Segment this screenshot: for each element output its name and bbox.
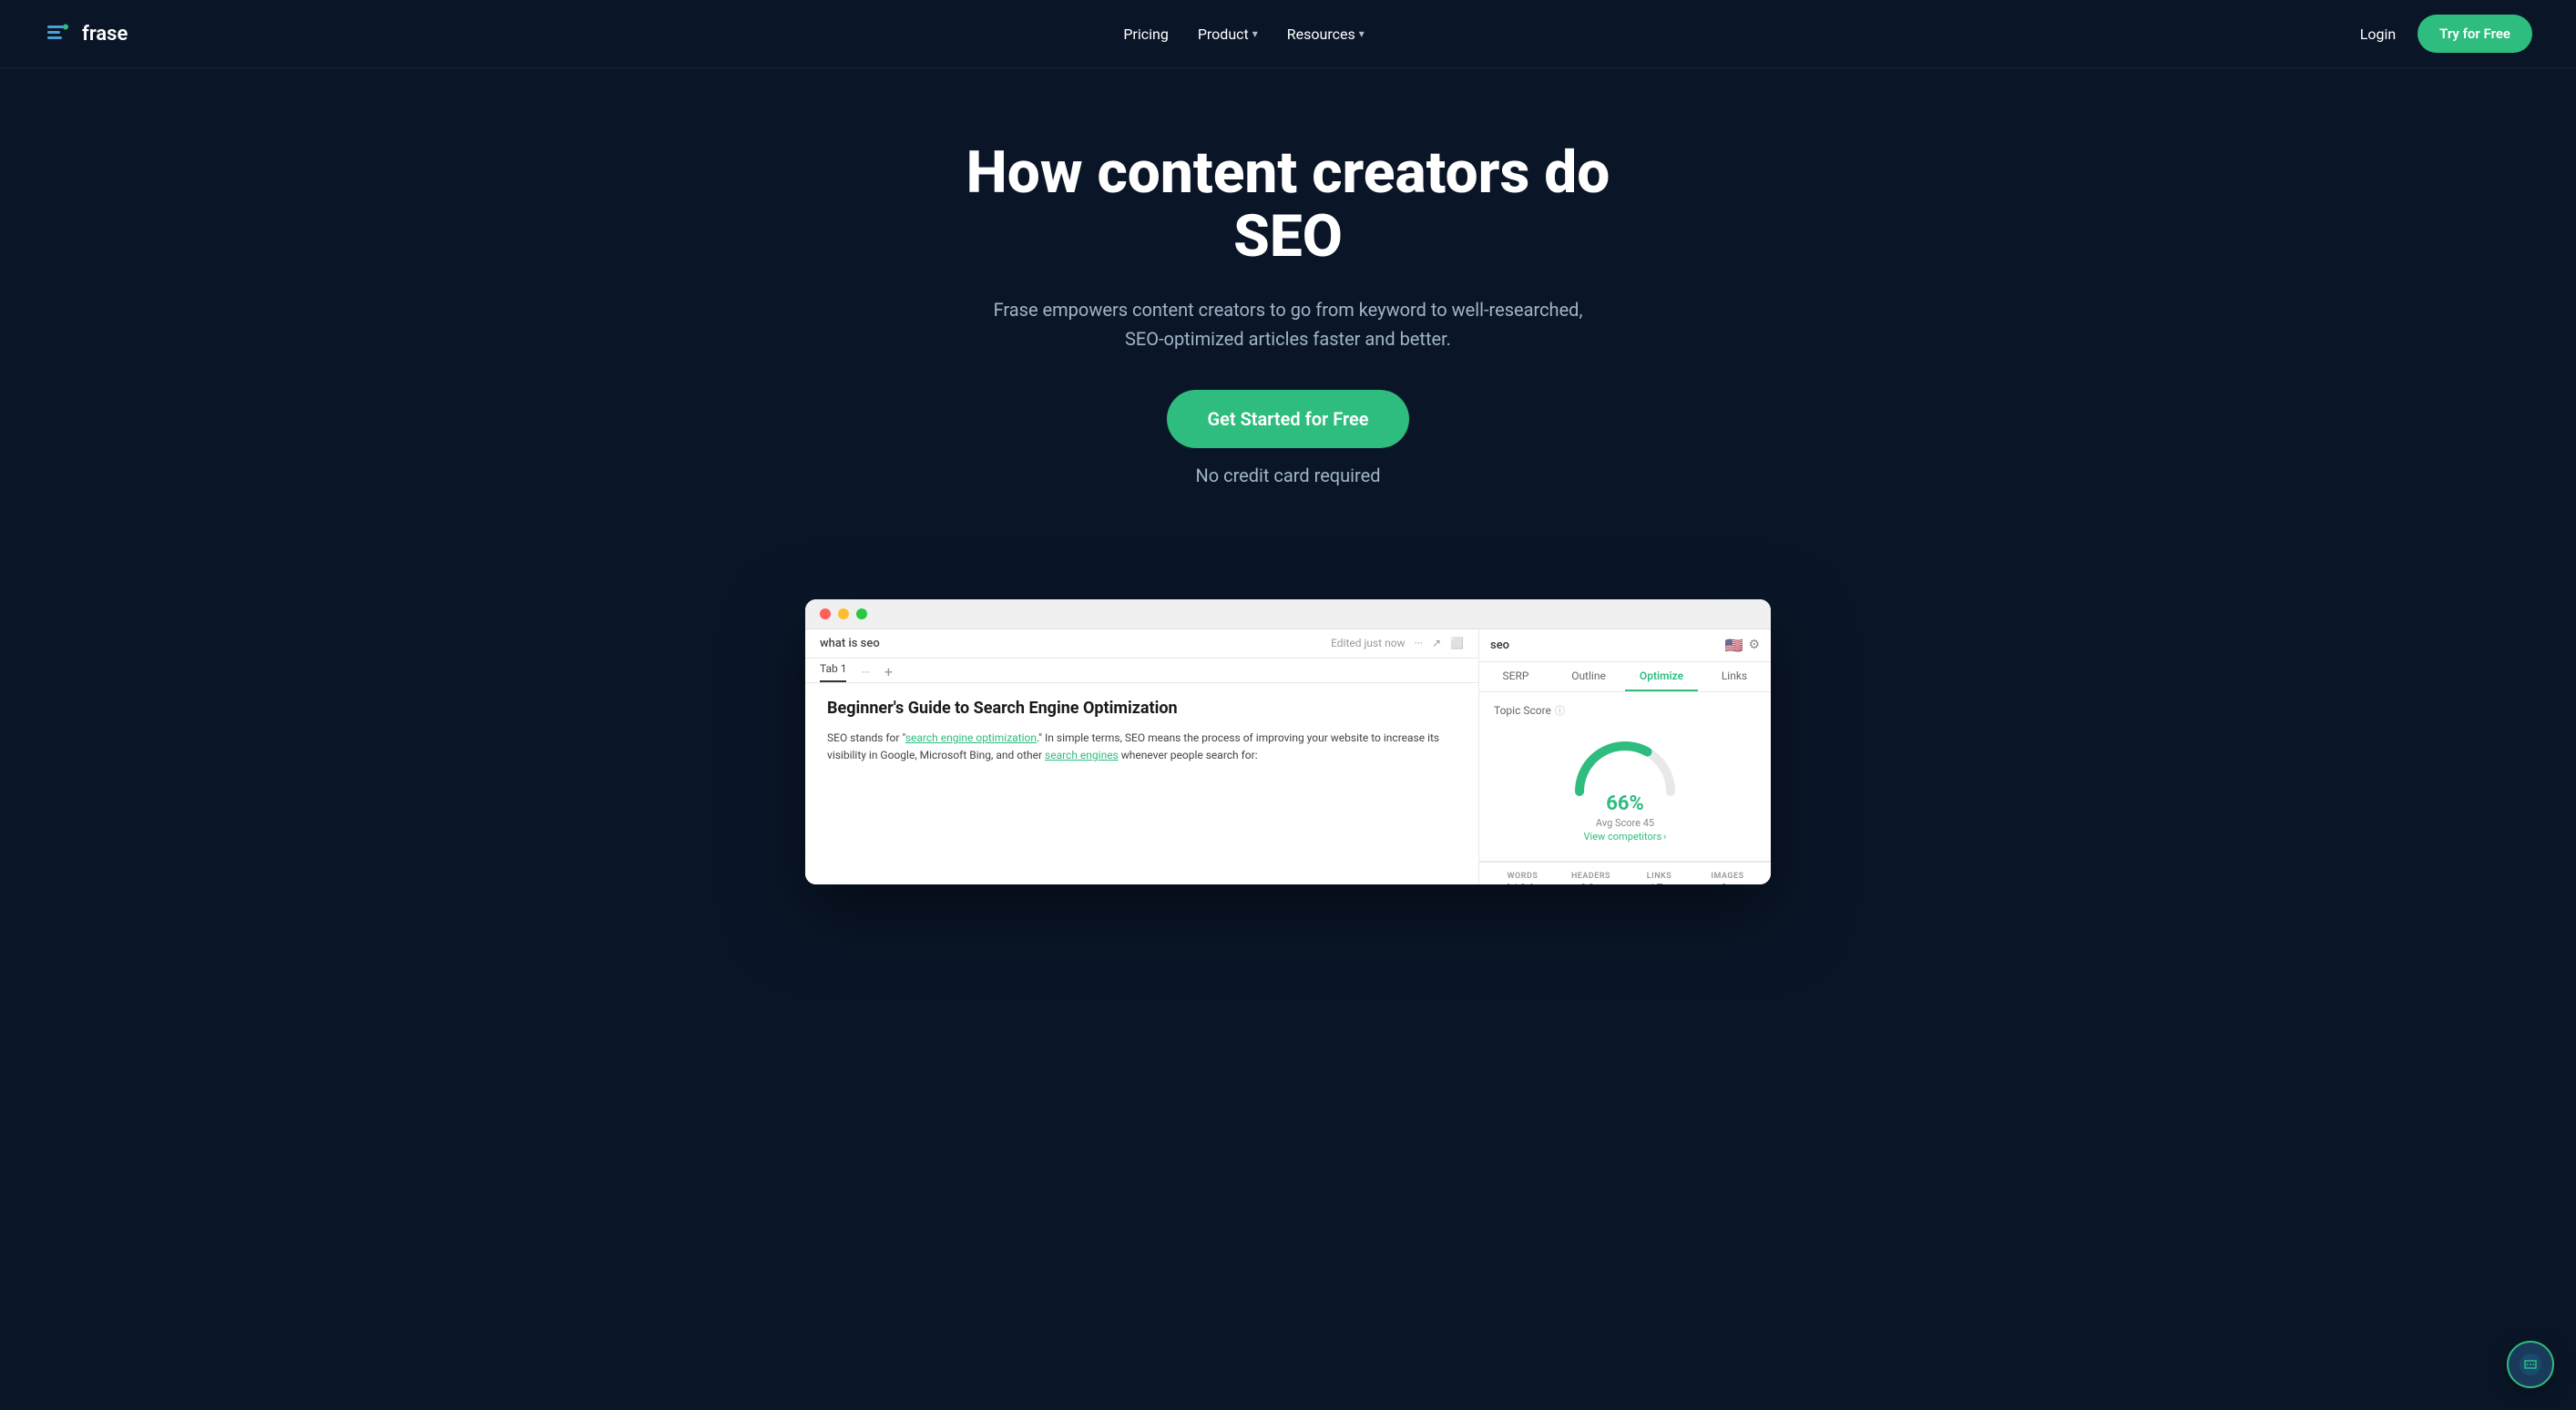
- right-panel-tabs: SERP Outline Optimize Links: [1479, 662, 1771, 692]
- rp-tab-serp[interactable]: SERP: [1479, 662, 1552, 691]
- info-icon: ⓘ: [1555, 703, 1565, 718]
- app-body: what is seo Edited just now ··· ↗ ⬜ Tab …: [805, 629, 1771, 884]
- editor-toolbar-right: Edited just now ··· ↗ ⬜: [1331, 637, 1464, 649]
- words-trend-icon: ↑: [1537, 883, 1542, 884]
- logo-icon: [44, 19, 73, 48]
- editor-heading: Beginner's Guide to Search Engine Optimi…: [827, 698, 1457, 719]
- try-free-button[interactable]: Try for Free: [2418, 15, 2532, 53]
- chevron-right-icon: ›: [1663, 831, 1666, 843]
- product-chevron-icon: ▾: [1252, 27, 1258, 40]
- nav-right: Login Try for Free: [2360, 15, 2532, 53]
- right-panel: seo 🇺🇸 ⚙ SERP Outline Optimize: [1479, 629, 1771, 884]
- hero-headline: How content creators do SEO: [915, 141, 1661, 270]
- gauge-container: 66% Avg Score 45 View competitors ›: [1494, 725, 1756, 850]
- chat-icon: [2518, 1352, 2543, 1377]
- editor-tabs: Tab 1 ··· +: [805, 659, 1478, 683]
- nav-links: Pricing Product ▾ Resources ▾: [1123, 26, 1364, 43]
- right-panel-search-term: seo: [1490, 639, 1509, 652]
- titlebar-dot-green: [856, 608, 867, 619]
- logo-link[interactable]: frase: [44, 19, 128, 48]
- right-panel-header: seo 🇺🇸 ⚙: [1479, 629, 1771, 662]
- get-started-button[interactable]: Get Started for Free: [1167, 390, 1408, 448]
- settings-icon[interactable]: ⚙: [1748, 638, 1760, 652]
- link-seo-definition[interactable]: search engine optimization: [905, 731, 1037, 744]
- edited-status: Edited just now: [1331, 637, 1406, 649]
- titlebar-dot-red: [820, 608, 831, 619]
- resources-chevron-icon: ▾: [1359, 27, 1365, 40]
- nav-product[interactable]: Product ▾: [1198, 26, 1258, 43]
- expand-icon[interactable]: ⬜: [1450, 637, 1464, 649]
- titlebar-dot-yellow: [838, 608, 849, 619]
- headers-trend-icon: ↓: [1597, 883, 1602, 884]
- no-credit-card-text: No credit card required: [978, 461, 1598, 490]
- nav-pricing[interactable]: Pricing: [1123, 26, 1169, 43]
- editor-toolbar: what is seo Edited just now ··· ↗ ⬜: [805, 629, 1478, 659]
- share-icon[interactable]: ↗: [1432, 637, 1441, 649]
- stat-headers: HEADERS 22 ↓ 24: [1559, 872, 1623, 884]
- editor-paragraph: SEO stands for "search engine optimizati…: [827, 730, 1457, 764]
- topic-score-label: Topic Score ⓘ: [1494, 703, 1756, 718]
- app-titlebar: [805, 599, 1771, 629]
- view-competitors-link[interactable]: View competitors ›: [1584, 831, 1667, 843]
- gauge-percent: 66%: [1606, 792, 1644, 815]
- nav-resources[interactable]: Resources ▾: [1287, 26, 1365, 43]
- stat-images: IMAGES 0 ↓ 10: [1695, 872, 1760, 884]
- links-trend-icon: ↓: [1665, 883, 1671, 884]
- hero-section: How content creators do SEO Frase empowe…: [878, 68, 1698, 581]
- app-preview-wrapper: what is seo Edited just now ··· ↗ ⬜ Tab …: [0, 581, 2576, 884]
- link-search-engines[interactable]: search engines: [1045, 749, 1119, 761]
- editor-tab-add[interactable]: +: [884, 663, 893, 680]
- stat-links: LINKS 15 ↓ 43: [1627, 872, 1692, 884]
- doc-title: what is seo: [820, 637, 880, 650]
- login-link[interactable]: Login: [2360, 26, 2396, 43]
- editor-content: Beginner's Guide to Search Engine Optimi…: [805, 683, 1478, 884]
- rp-tab-links[interactable]: Links: [1698, 662, 1771, 691]
- more-icon[interactable]: ···: [1415, 637, 1423, 649]
- images-trend-icon: ↓: [1730, 883, 1735, 884]
- flag-icon: 🇺🇸: [1725, 637, 1743, 654]
- chat-widget[interactable]: [2507, 1341, 2554, 1388]
- stat-words: WORDS 4106 ↑ 3302: [1490, 872, 1555, 884]
- rp-tab-outline[interactable]: Outline: [1552, 662, 1625, 691]
- hero-subtext: Frase empowers content creators to go fr…: [978, 295, 1598, 353]
- topic-score-section: Topic Score ⓘ 66% Avg Score 45: [1479, 692, 1771, 862]
- stats-row: WORDS 4106 ↑ 3302 HEADERS 22 ↓ 24: [1479, 862, 1771, 884]
- gauge-avg: Avg Score 45: [1596, 817, 1654, 829]
- editor-tab-1[interactable]: Tab 1: [820, 662, 846, 682]
- editor-tab-dots[interactable]: ···: [861, 666, 869, 679]
- editor-panel: what is seo Edited just now ··· ↗ ⬜ Tab …: [805, 629, 1479, 884]
- navbar: frase Pricing Product ▾ Resources ▾ Logi…: [0, 0, 2576, 68]
- logo-text: frase: [82, 23, 128, 46]
- gauge-svg: [1570, 732, 1680, 796]
- app-preview: what is seo Edited just now ··· ↗ ⬜ Tab …: [805, 599, 1771, 884]
- rp-tab-optimize[interactable]: Optimize: [1625, 662, 1698, 691]
